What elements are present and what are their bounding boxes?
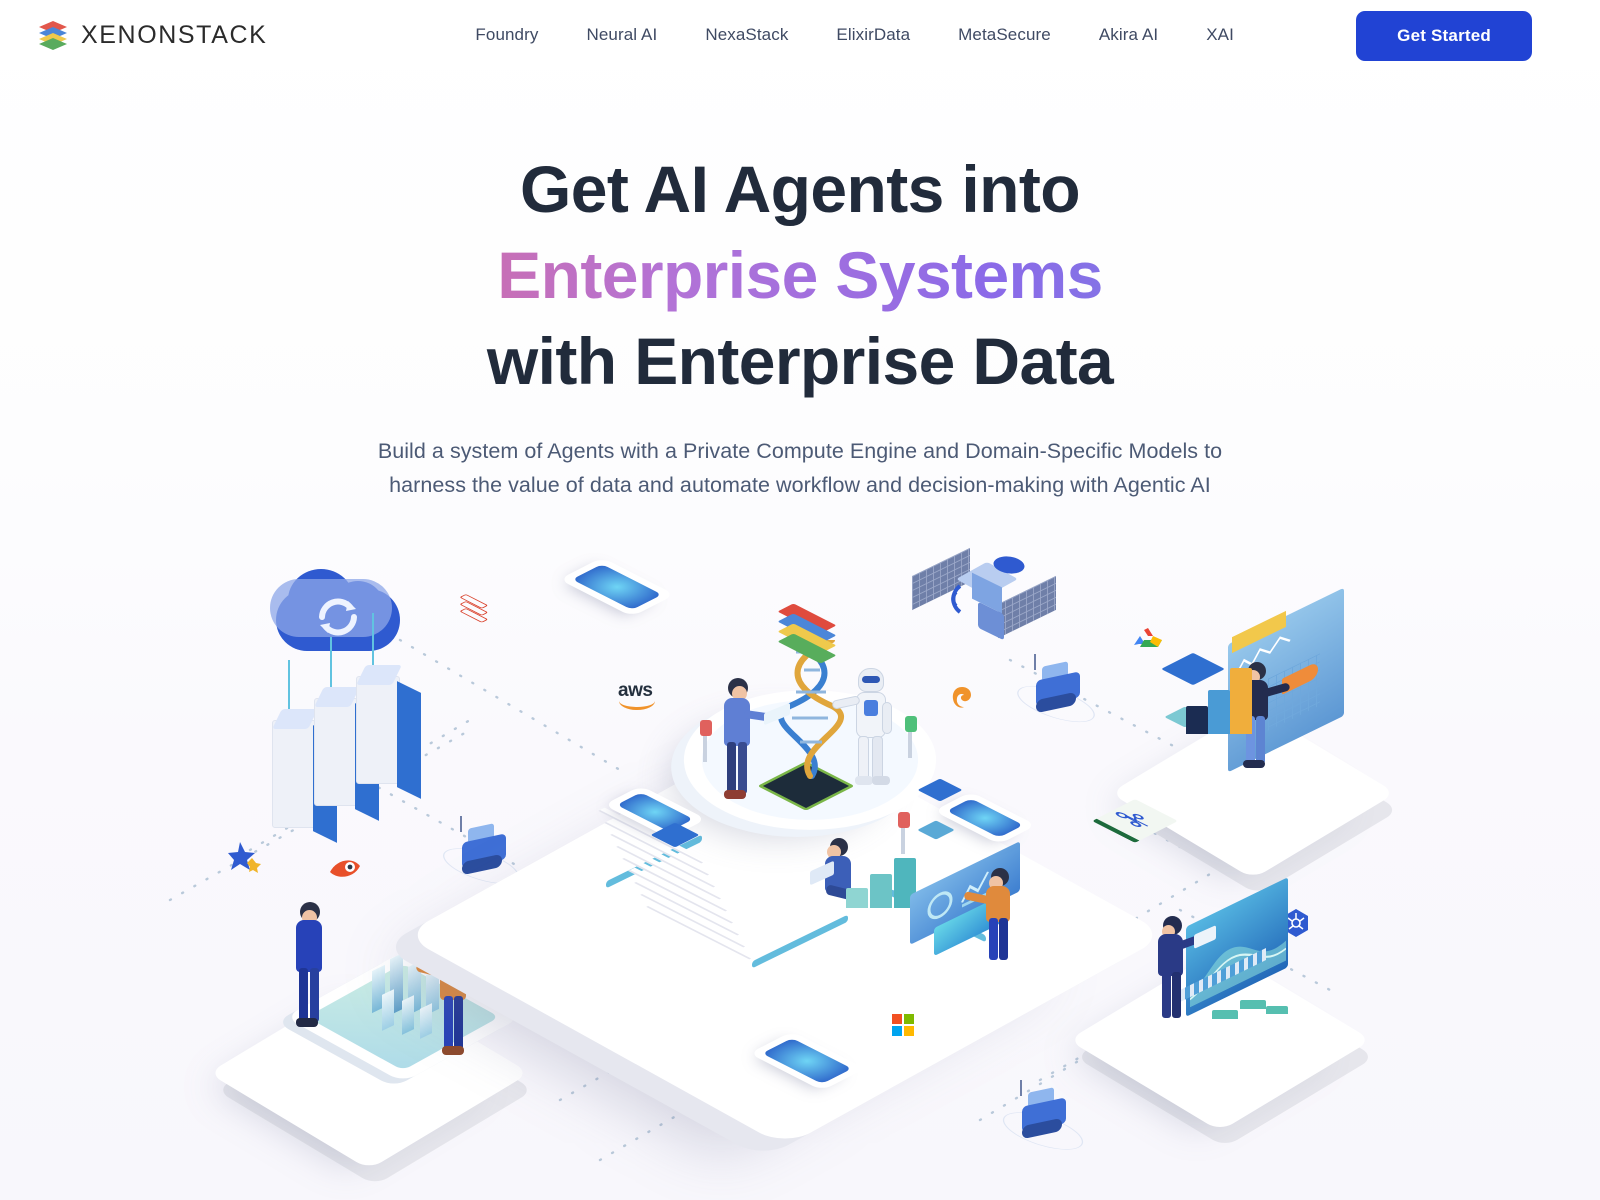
header-cta-container: Get Started xyxy=(1356,11,1532,61)
redis-layers-icon xyxy=(459,593,489,623)
get-started-button[interactable]: Get Started xyxy=(1356,11,1532,61)
main-navigation: Foundry Neural AI NexaStack ElixirData M… xyxy=(451,25,1258,45)
hero-subtitle-line2: harness the value of data and automate w… xyxy=(389,473,1211,497)
aws-swoosh-icon xyxy=(619,701,655,710)
brand-name: XENONSTACK xyxy=(81,20,268,49)
nav-item-akira-ai[interactable]: Akira AI xyxy=(1075,25,1182,45)
bar-chart-blocks xyxy=(846,856,916,908)
teal-blocks xyxy=(1212,994,1288,1036)
nav-item-foundry[interactable]: Foundry xyxy=(451,25,562,45)
nav-item-elixirdata[interactable]: ElixirData xyxy=(812,25,934,45)
stacked-layers-icon xyxy=(36,18,70,52)
star-icon xyxy=(228,840,262,879)
hero-subtitle-line1: Build a system of Agents with a Private … xyxy=(377,439,1223,463)
site-header: XENONSTACK Foundry Neural AI NexaStack E… xyxy=(0,0,1600,70)
nav-item-metasecure[interactable]: MetaSecure xyxy=(934,25,1075,45)
comet-icon xyxy=(328,856,362,885)
dashboard-bars xyxy=(1186,666,1252,734)
hero-headline-line1: Get AI Agents into xyxy=(520,152,1081,226)
brand-logo[interactable]: XENONSTACK xyxy=(36,18,267,52)
hero-illustration: aws xyxy=(0,520,1600,1200)
hero-section: Get AI Agents into Enterprise Systems wi… xyxy=(0,146,1600,502)
hero-subtitle: Build a system of Agents with a Private … xyxy=(0,434,1600,502)
cloud-sync-icon xyxy=(270,565,406,665)
aws-wordmark: aws xyxy=(618,680,653,701)
microsoft-logo xyxy=(892,1014,914,1036)
grafana-icon xyxy=(950,685,972,709)
aws-logo: aws xyxy=(618,680,655,710)
hero-headline-line2: Enterprise Systems xyxy=(0,232,1600,318)
nav-item-nexastack[interactable]: NexaStack xyxy=(681,25,812,45)
xenonstack-layers-icon xyxy=(777,603,837,664)
google-cloud-logo xyxy=(1132,625,1162,651)
nav-item-neural-ai[interactable]: Neural AI xyxy=(562,25,681,45)
nav-item-xai[interactable]: XAI xyxy=(1182,25,1258,45)
hero-headline-line3: with Enterprise Data xyxy=(486,324,1114,398)
